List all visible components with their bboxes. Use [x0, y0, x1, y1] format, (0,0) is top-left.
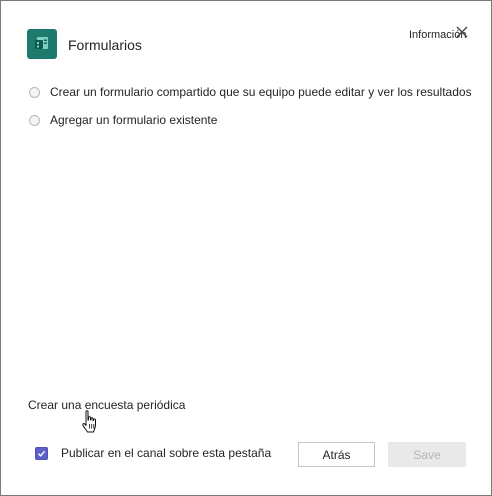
save-button[interactable]: Save: [388, 442, 466, 467]
option-create-shared-form[interactable]: Crear un formulario compartido que su eq…: [29, 85, 472, 99]
close-icon[interactable]: [453, 23, 471, 41]
forms-dialog: Formularios Información Crear un formula…: [0, 0, 492, 496]
option-label: Agregar un formulario existente: [50, 113, 218, 127]
publish-to-channel-option: Publicar en el canal sobre esta pestaña: [35, 446, 271, 460]
option-add-existing-form[interactable]: Agregar un formulario existente: [29, 113, 217, 127]
publish-checkbox[interactable]: [35, 446, 48, 460]
dialog-title: Formularios: [68, 37, 142, 53]
create-recurring-survey-link[interactable]: Crear una encuesta periódica: [28, 398, 185, 412]
checkmark-icon: [38, 450, 46, 457]
publish-label: Publicar en el canal sobre esta pestaña: [61, 446, 272, 460]
forms-app-icon: [27, 29, 57, 59]
radio-button[interactable]: [29, 114, 40, 126]
back-button[interactable]: Atrás: [298, 442, 375, 467]
radio-button[interactable]: [29, 86, 40, 98]
option-label: Crear un formulario compartido que su eq…: [50, 85, 472, 99]
hand-pointer-cursor-icon: [81, 409, 99, 435]
forms-logo-icon: [35, 37, 48, 49]
